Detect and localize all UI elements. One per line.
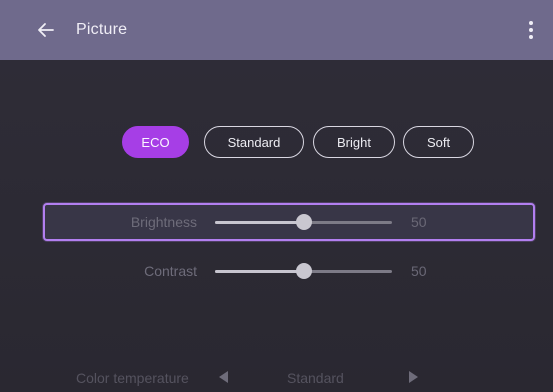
mode-eco-button[interactable]: ECO: [122, 126, 189, 158]
contrast-slider-fill: [215, 270, 304, 273]
arrow-left-icon: [38, 23, 54, 37]
brightness-label: Brightness: [130, 214, 197, 230]
color-temperature-next-button[interactable]: [407, 369, 421, 385]
contrast-value: 50: [411, 263, 427, 279]
brightness-slider-fill: [215, 221, 304, 224]
more-vertical-icon: [529, 21, 533, 39]
contrast-label: Contrast: [144, 263, 197, 279]
brightness-slider-thumb[interactable]: [295, 214, 312, 230]
color-temperature-label: Color temperature: [76, 370, 189, 386]
mode-bright-button[interactable]: Bright: [313, 126, 395, 158]
color-temperature-value: Standard: [287, 370, 344, 386]
brightness-value: 50: [411, 214, 427, 230]
mode-bright-label: Bright: [337, 134, 371, 150]
back-button[interactable]: [34, 18, 58, 42]
brightness-row[interactable]: Brightness 50: [0, 203, 553, 241]
contrast-row[interactable]: Contrast 50: [0, 252, 553, 290]
triangle-left-icon: [219, 371, 228, 383]
header-bar: Picture: [0, 0, 553, 60]
picture-settings-screen: Picture ECO Standard Bright Soft Brightn…: [0, 0, 553, 392]
mode-soft-button[interactable]: Soft: [403, 126, 474, 158]
picture-mode-selector: ECO Standard Bright Soft: [0, 126, 553, 158]
mode-eco-label: ECO: [141, 134, 170, 150]
mode-standard-button[interactable]: Standard: [204, 126, 304, 158]
contrast-slider[interactable]: [215, 263, 392, 279]
brightness-slider[interactable]: [215, 214, 392, 230]
contrast-slider-thumb[interactable]: [295, 263, 312, 279]
mode-soft-label: Soft: [426, 134, 451, 150]
color-temperature-row: Color temperature Standard: [0, 366, 553, 390]
page-title: Picture: [76, 21, 128, 38]
color-temperature-prev-button[interactable]: [216, 369, 230, 385]
mode-standard-label: Standard: [227, 134, 281, 150]
more-menu-button[interactable]: [523, 18, 539, 42]
triangle-right-icon: [409, 371, 418, 383]
